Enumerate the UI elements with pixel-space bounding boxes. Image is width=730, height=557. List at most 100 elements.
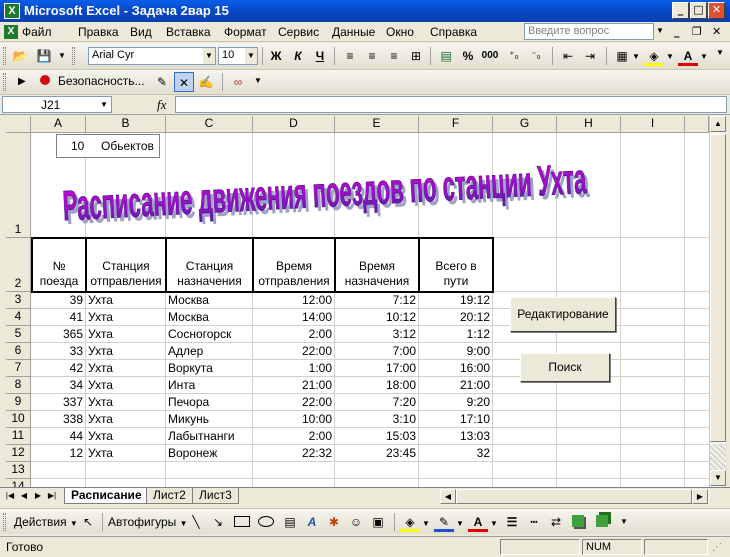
workbook-icon[interactable]: X — [4, 25, 18, 39]
open-folder-icon[interactable]: 📂 — [10, 46, 30, 66]
font-name-combo[interactable]: Arial Cyr ▼ — [88, 47, 216, 65]
next-sheet-icon[interactable]: ▶ — [32, 489, 44, 503]
row-header-11[interactable]: 11 — [6, 428, 31, 445]
autoshapes-menu[interactable]: Автофигуры ▼ — [108, 515, 188, 529]
cell-arrival-time[interactable]: 7:20 — [335, 394, 418, 410]
3d-style-icon[interactable] — [596, 515, 608, 527]
cell-departure-time[interactable]: 10:00 — [253, 411, 334, 427]
cell-departure-time[interactable]: 1:00 — [253, 360, 334, 376]
cell-arrival-time[interactable]: 23:45 — [335, 445, 418, 461]
cell-departure-station[interactable]: Ухта — [86, 309, 165, 325]
column-header-c[interactable]: C — [166, 116, 253, 133]
scroll-down-icon[interactable]: ▼ — [710, 470, 726, 486]
picture-icon[interactable]: ▣ — [368, 512, 388, 532]
row-header-10[interactable]: 10 — [6, 411, 31, 428]
cell-departure-station[interactable]: Ухта — [86, 445, 165, 461]
tab-list3[interactable]: Лист3 — [192, 488, 239, 504]
diagram-icon[interactable]: ✱ — [324, 512, 344, 532]
cell-travel-time[interactable]: 17:10 — [419, 411, 492, 427]
minimize-button[interactable]: _ — [672, 2, 689, 19]
formula-input[interactable] — [175, 96, 727, 113]
cell-travel-time[interactable]: 9:00 — [419, 343, 492, 359]
bold-button[interactable]: Ж — [266, 46, 286, 66]
cell-train-number[interactable]: 39 — [31, 292, 85, 308]
cell-departure-station[interactable]: Ухта — [86, 292, 165, 308]
toolbar-options-icon[interactable]: ▼ — [58, 46, 68, 66]
column-header-b[interactable]: B — [86, 116, 166, 133]
toolbar-options-icon[interactable]: ▼ — [254, 76, 262, 85]
shadow-style-icon[interactable] — [572, 515, 584, 527]
last-sheet-icon[interactable]: ▶| — [46, 489, 58, 503]
search-button[interactable]: Поиск — [520, 353, 610, 382]
menu-data[interactable]: Данные — [332, 25, 375, 39]
toolbar-options-icon[interactable]: ▼ — [716, 48, 724, 57]
fill-color-icon[interactable]: ◈ — [644, 46, 664, 66]
cell-arrival-time[interactable]: 3:12 — [335, 326, 418, 342]
cell-arrival-time[interactable]: 18:00 — [335, 377, 418, 393]
cell-arrival-station[interactable]: Лабытнанги — [166, 428, 252, 444]
cell-arrival-time[interactable]: 10:12 — [335, 309, 418, 325]
cell-arrival-station[interactable]: Микунь — [166, 411, 252, 427]
wordart-icon[interactable]: A — [302, 512, 322, 532]
menu-file[interactable]: Файл — [22, 25, 52, 39]
row-header-6[interactable]: 6 — [6, 343, 31, 360]
column-header-e[interactable]: E — [335, 116, 419, 133]
help-dropdown-icon[interactable]: ▼ — [656, 26, 664, 35]
column-header-next[interactable] — [685, 116, 709, 133]
function-icon[interactable]: fx — [157, 97, 166, 113]
chevron-down-icon[interactable]: ▼ — [100, 100, 108, 109]
name-box[interactable]: J21 — [2, 96, 112, 113]
select-pointer-icon[interactable]: ↖ — [78, 512, 98, 532]
menu-insert[interactable]: Вставка — [166, 25, 211, 39]
cell-travel-time[interactable]: 1:12 — [419, 326, 492, 342]
cell-travel-time[interactable]: 21:00 — [419, 377, 492, 393]
cell-train-number[interactable]: 42 — [31, 360, 85, 376]
percent-button[interactable]: % — [458, 46, 478, 66]
chevron-down-icon[interactable]: ▼ — [632, 52, 640, 61]
cell-travel-time[interactable]: 19:12 — [419, 292, 492, 308]
cell-departure-time[interactable]: 22:00 — [253, 343, 334, 359]
chevron-down-icon[interactable]: ▼ — [245, 48, 257, 64]
menu-tools[interactable]: Сервис — [278, 25, 319, 39]
textbox-icon[interactable]: ▤ — [280, 512, 300, 532]
cell-travel-time[interactable]: 16:00 — [419, 360, 492, 376]
cell-departure-time[interactable]: 2:00 — [253, 428, 334, 444]
cell-arrival-station[interactable]: Инта — [166, 377, 252, 393]
help-search-input[interactable]: Введите вопрос — [524, 23, 654, 40]
menu-format[interactable]: Формат — [224, 25, 267, 39]
row-header-13[interactable]: 13 — [6, 462, 31, 479]
increase-decimal-icon[interactable]: ⁺₀ — [504, 46, 524, 66]
menu-view[interactable]: Вид — [130, 25, 152, 39]
cell-train-number[interactable]: 12 — [31, 445, 85, 461]
actions-menu[interactable]: Действия ▼ — [14, 515, 78, 529]
worksheet-grid[interactable]: A B C D E F G H I 1 2 3 4 5 6 7 8 9 10 1… — [6, 116, 709, 487]
cell-arrival-station[interactable]: Воркута — [166, 360, 252, 376]
column-header-i[interactable]: I — [621, 116, 685, 133]
doc-restore-button[interactable]: ❐ — [692, 25, 702, 38]
cell-departure-time[interactable]: 21:00 — [253, 377, 334, 393]
cell-travel-time[interactable]: 20:12 — [419, 309, 492, 325]
row-header-2[interactable]: 2 — [6, 238, 31, 292]
cell-arrival-time[interactable]: 15:03 — [335, 428, 418, 444]
chevron-down-icon[interactable]: ▼ — [422, 519, 430, 528]
row-header-7[interactable]: 7 — [6, 360, 31, 377]
font-color-icon[interactable]: A — [468, 512, 488, 532]
row-header-14[interactable]: 14 — [6, 479, 31, 487]
scroll-track[interactable] — [710, 444, 726, 470]
cell-train-number[interactable]: 365 — [31, 326, 85, 342]
tab-raspisanie[interactable]: Расписание — [64, 488, 149, 504]
cell-arrival-station[interactable]: Москва — [166, 309, 252, 325]
line-style-icon[interactable]: ☰ — [502, 512, 522, 532]
wordart-title[interactable]: Расписание движения поездов по станции У… — [58, 144, 598, 224]
increase-indent-icon[interactable]: ⇥ — [580, 46, 600, 66]
menu-edit[interactable]: Правка — [78, 25, 119, 39]
edit-button[interactable]: Редактирование — [510, 297, 616, 332]
horizontal-scroll-thumb[interactable] — [456, 489, 692, 504]
row-header-5[interactable]: 5 — [6, 326, 31, 343]
excel-app-icon[interactable]: X — [4, 3, 20, 19]
row-header-4[interactable]: 4 — [6, 309, 31, 326]
column-header-f[interactable]: F — [419, 116, 493, 133]
visual-basic-editor-icon[interactable]: ✎ — [152, 72, 172, 92]
play-icon[interactable]: ▶ — [18, 76, 26, 87]
cell-departure-station[interactable]: Ухта — [86, 360, 165, 376]
